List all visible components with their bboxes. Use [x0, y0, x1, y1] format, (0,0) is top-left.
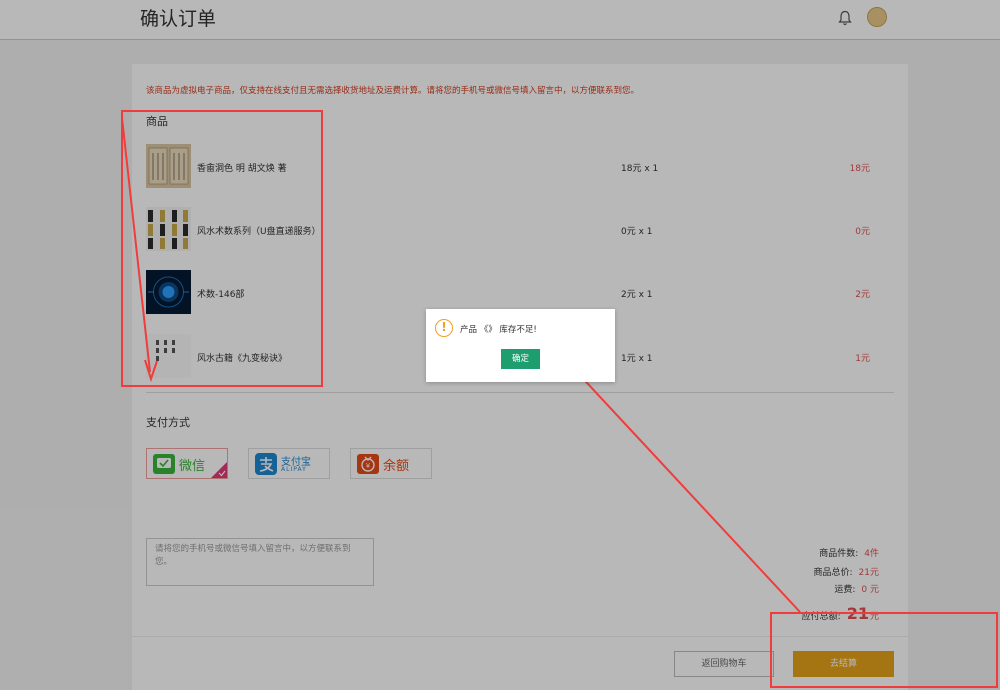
warning-icon: ! — [435, 319, 453, 337]
annotation-box-checkout — [770, 612, 998, 688]
dialog-message: 产品 《》 库存不足! — [460, 325, 537, 335]
dialog-ok-button[interactable]: 确定 — [501, 349, 540, 369]
annotation-box-products — [121, 110, 323, 387]
stock-warning-dialog: ! 产品 《》 库存不足! 确定 — [426, 309, 615, 382]
